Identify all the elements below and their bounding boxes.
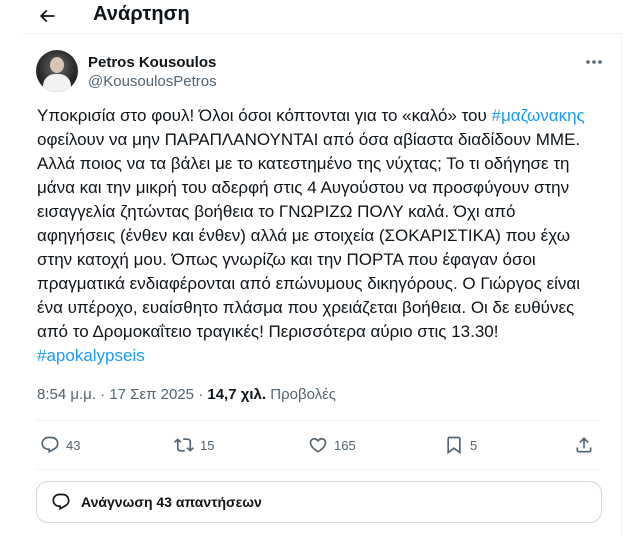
- reply-button[interactable]: 43: [40, 435, 80, 455]
- tweet-line-text: εισαγγελία ζητώντας βοήθεια το ΓΝΩΡΙΖΩ Π…: [37, 202, 516, 221]
- reply-icon: [41, 436, 59, 454]
- repost-icon: [174, 438, 194, 452]
- read-replies-label: Ανάγνωση 43 απαντήσεων: [81, 494, 262, 510]
- repost-button[interactable]: 15: [174, 435, 214, 455]
- avatar-head: [50, 57, 64, 73]
- bookmark-icon: [447, 436, 461, 455]
- like-button[interactable]: 165: [308, 435, 356, 455]
- tweet-text: Υποκρισία στο φουλ! Όλοι όσοι κόπτονται …: [37, 104, 617, 368]
- tweet-line-text: Υποκρισία στο φουλ! Όλοι όσοι κόπτονται …: [37, 106, 492, 125]
- bookmark-button[interactable]: 5: [444, 435, 477, 455]
- hashtag-link[interactable]: #apokalypseis: [37, 346, 145, 365]
- top-bar: Ανάρτηση: [0, 0, 644, 34]
- tweet-line-text: πραγματικά ενδιαφέρονται από επώνυμους δ…: [37, 274, 581, 293]
- tweet-line: ένα υπέροχο, ευαίσθητο πλάσμα που χρειάζ…: [37, 296, 617, 320]
- back-button[interactable]: [34, 3, 60, 29]
- tweet-line: από το Δρομοκαΐτειο τραγικές! Περισσότερ…: [37, 320, 617, 344]
- tweet-line-text: από το Δρομοκαΐτειο τραγικές! Περισσότερ…: [37, 322, 499, 341]
- tweet-line: πραγματικά ενδιαφέρονται από επώνυμους δ…: [37, 272, 617, 296]
- tweet-line: μάνα και την μικρή του αδερφή στις 4 Αυγ…: [37, 176, 617, 200]
- tweet-line-text: μάνα και την μικρή του αδερφή στις 4 Αυγ…: [37, 178, 570, 197]
- tweet-line-text: οφείλουν να μην ΠΑΡΑΠΛΑΝΟΥΝΤΑΙ από όσα α…: [37, 130, 581, 149]
- page-title: Ανάρτηση: [93, 3, 190, 25]
- read-replies-button[interactable]: Ανάγνωση 43 απαντήσεων: [36, 481, 602, 523]
- more-horizontal-icon: [586, 60, 602, 64]
- repost-count: 15: [200, 437, 215, 453]
- tweet-line-text: Αλλά ποιος να τα βάλει με το κατεστημένο…: [37, 154, 570, 173]
- heart-icon: [309, 437, 327, 453]
- tweet-line: αφηγήσεις (ένθεν και ένθεν) αλλά με στοι…: [37, 224, 617, 248]
- views-count: 14,7 χιλ.: [207, 386, 267, 403]
- tweet-line: Αλλά ποιος να τα βάλει με το κατεστημένο…: [37, 152, 617, 176]
- reply-count: 43: [66, 437, 81, 453]
- tweet-line: οφείλουν να μην ΠΑΡΑΠΛΑΝΟΥΝΤΑΙ από όσα α…: [37, 128, 617, 152]
- tweet-line: στην κατοχή μου. Όπως γνωρίζω και την ΠΟ…: [37, 248, 617, 272]
- tweet-date[interactable]: 17 Σεπ 2025: [109, 386, 194, 403]
- author-handle[interactable]: @KousoulosPetros: [88, 73, 217, 90]
- more-options-button[interactable]: [582, 55, 606, 69]
- bookmark-count: 5: [470, 437, 478, 453]
- meta-separator: ·: [194, 386, 208, 403]
- action-bar: 43 15 165 5: [36, 421, 600, 469]
- arrow-left-icon: [39, 9, 55, 23]
- share-button[interactable]: [574, 435, 594, 455]
- hashtag-link[interactable]: #μαζωνακης: [492, 106, 585, 125]
- tweet-line: #apokalypseis: [37, 344, 617, 368]
- views-label: Προβολές: [266, 386, 337, 403]
- chat-bubbles-icon: [51, 492, 71, 512]
- divider: [22, 33, 622, 34]
- tweet-meta: 8:54 μ.μ. · 17 Σεπ 2025 · 14,7 χιλ. Προβ…: [37, 386, 336, 403]
- meta-separator: ·: [95, 386, 110, 403]
- tweet-time[interactable]: 8:54 μ.μ.: [37, 386, 96, 403]
- avatar[interactable]: [36, 50, 78, 92]
- tweet-line: εισαγγελία ζητώντας βοήθεια το ΓΝΩΡΙΖΩ Π…: [37, 200, 617, 224]
- avatar-shirt: [43, 74, 71, 92]
- tweet-line: Υποκρισία στο φουλ! Όλοι όσοι κόπτονται …: [37, 104, 617, 128]
- like-count: 165: [334, 437, 356, 453]
- author-name[interactable]: Petros Kousoulos: [88, 54, 216, 71]
- tweet-line-text: ένα υπέροχο, ευαίσθητο πλάσμα που χρειάζ…: [37, 298, 575, 317]
- tweet-line-text: αφηγήσεις (ένθεν και ένθεν) αλλά με στοι…: [37, 226, 570, 245]
- share-icon: [576, 437, 592, 453]
- column-border: [621, 33, 622, 536]
- tweet-line-text: στην κατοχή μου. Όπως γνωρίζω και την ΠΟ…: [37, 250, 536, 269]
- divider: [36, 469, 600, 470]
